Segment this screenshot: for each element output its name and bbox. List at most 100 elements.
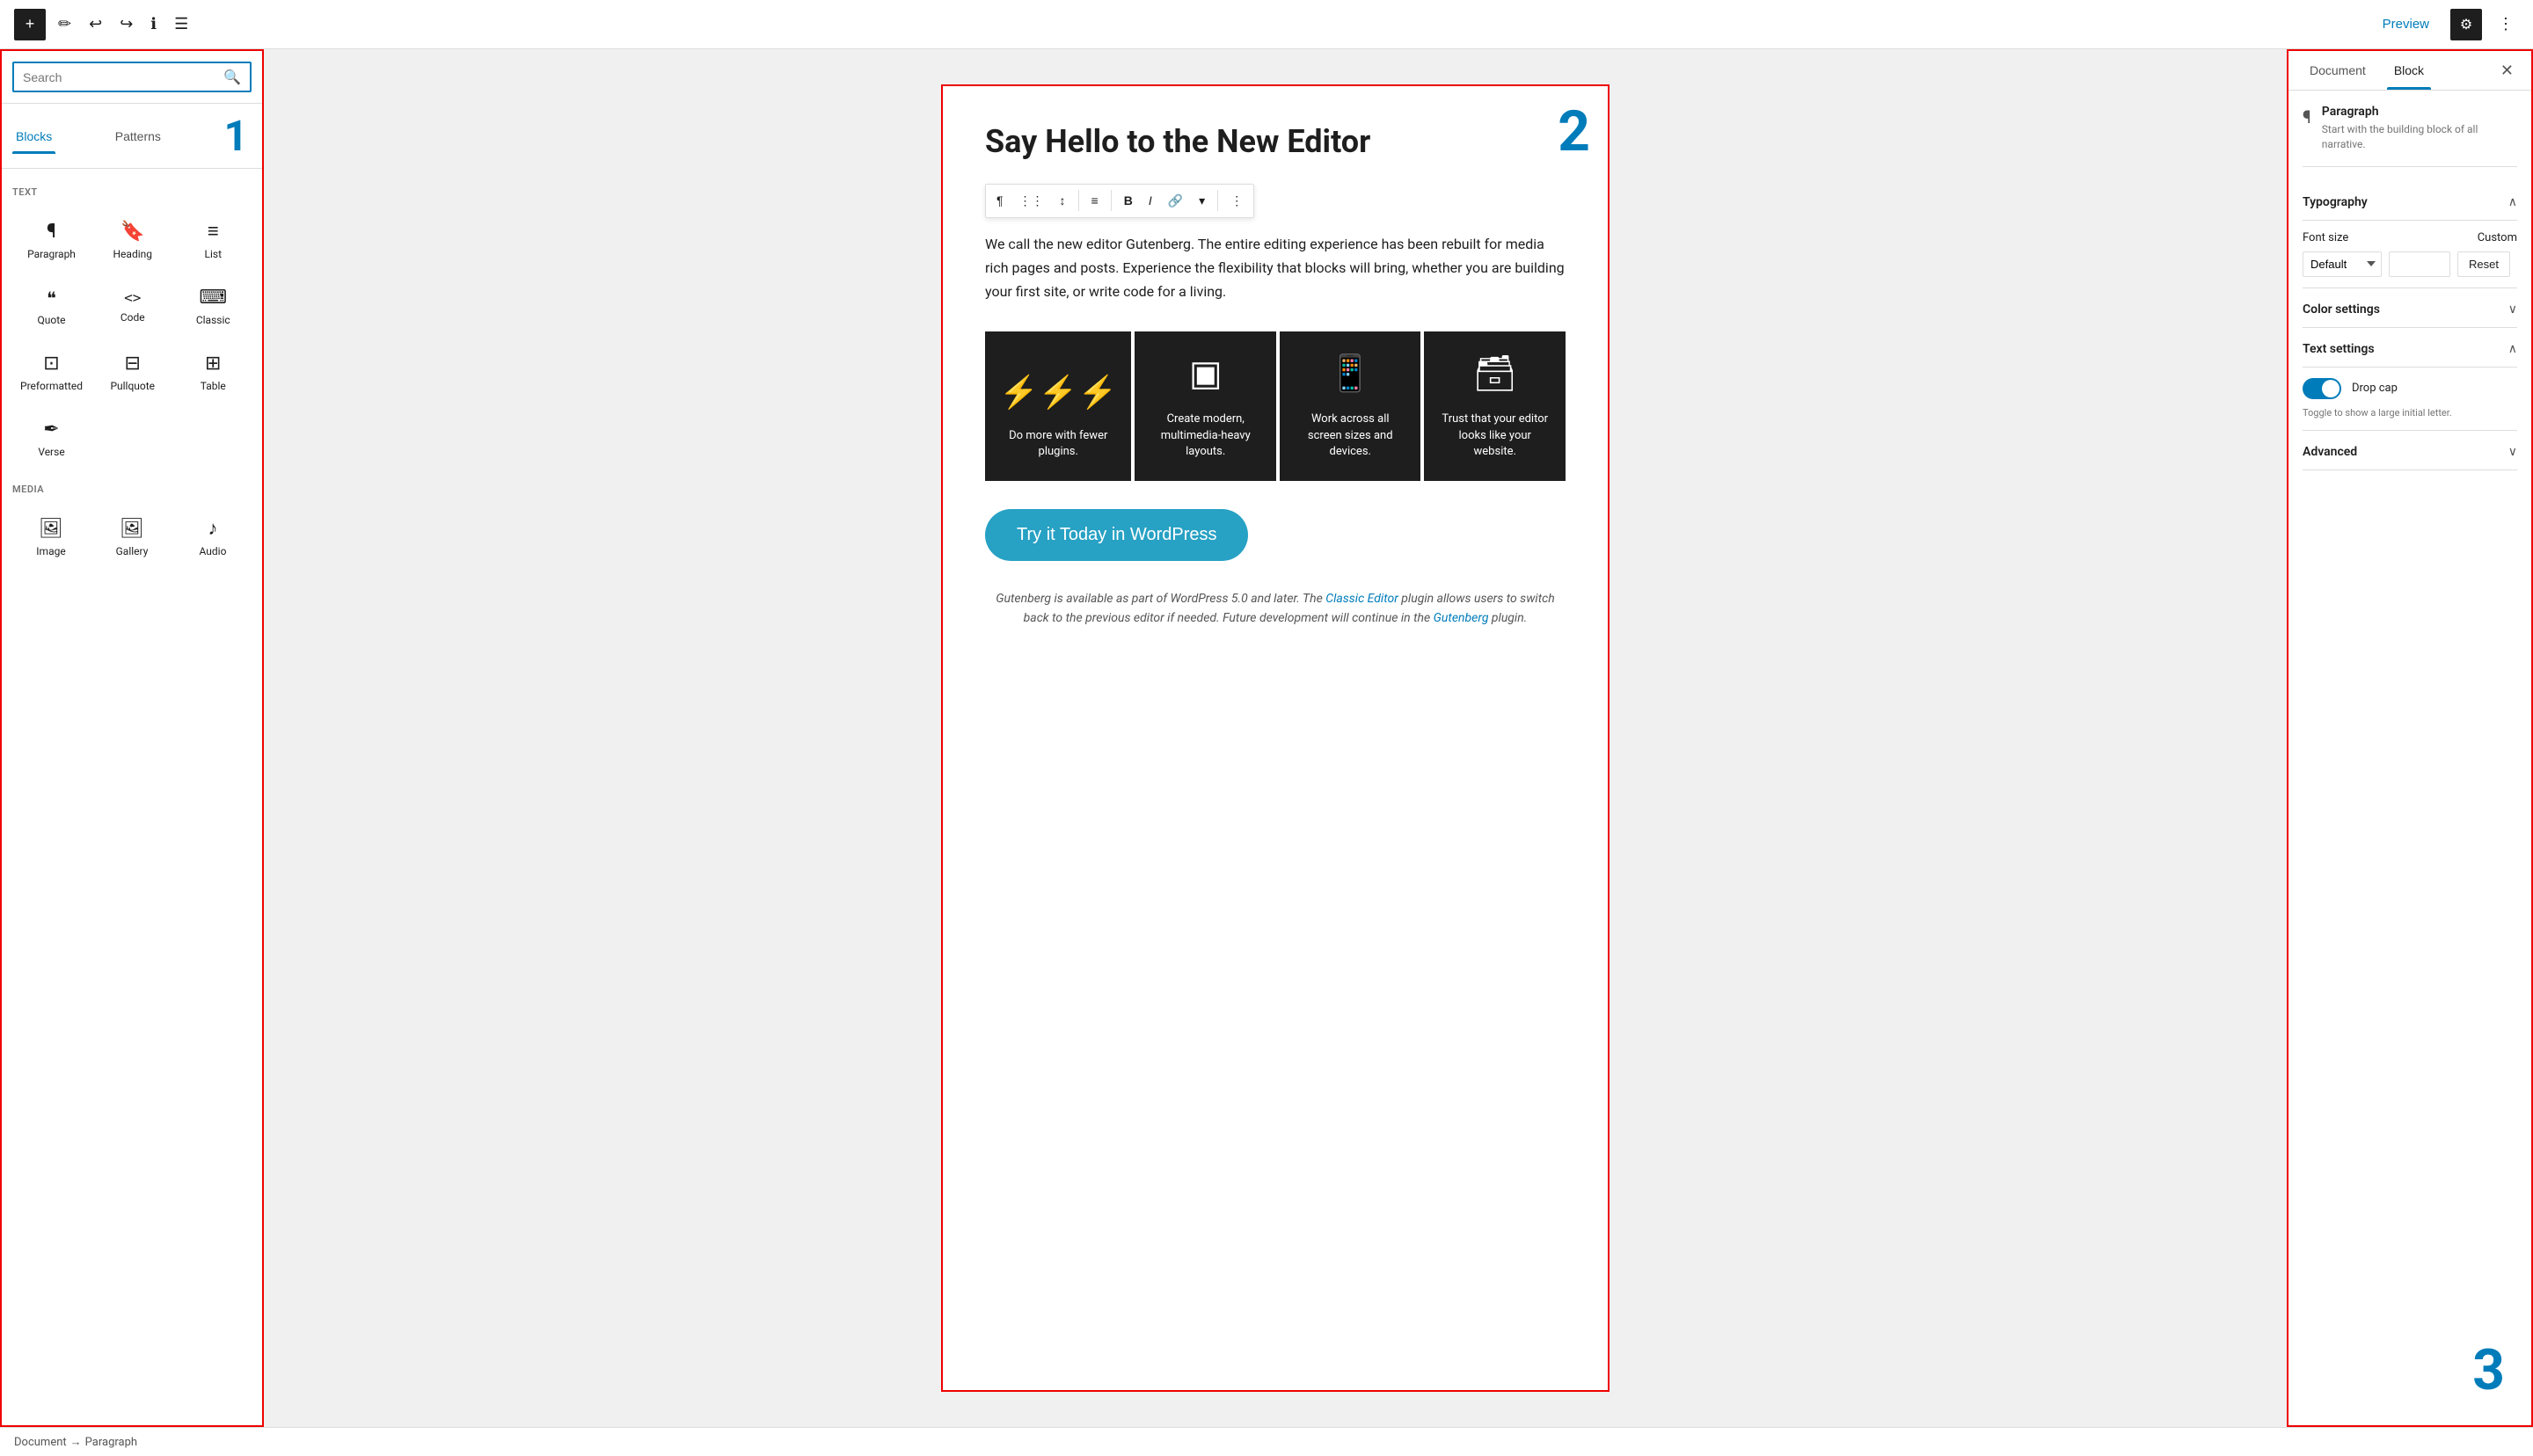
color-settings-section: Color settings ∨ [2303,292,2517,328]
right-sidebar: Document Block ✕ ¶ Paragraph Start with … [2287,49,2533,1427]
reset-font-button[interactable]: Reset [2457,251,2510,277]
undo-button[interactable]: ↩ [84,10,107,39]
drag-handle-button[interactable]: ⋮⋮ [1012,188,1051,214]
toolbar-divider-1 [1078,190,1079,211]
quote-label: Quote [38,314,66,326]
align-button[interactable]: ≡ [1084,188,1106,213]
link-button[interactable]: 🔗 [1161,188,1190,214]
cta-button[interactable]: Try it Today in WordPress [985,509,1248,561]
classic-label: Classic [196,314,230,326]
verse-icon: ✒ [43,419,59,440]
drop-cap-label: Drop cap [2352,382,2517,395]
status-document[interactable]: Document [14,1436,67,1449]
editor-footer: Gutenberg is available as part of WordPr… [985,589,1566,629]
toolbar-divider-3 [1217,190,1218,211]
feature-text-2: Create modern, multimedia-heavy layouts. [1149,411,1262,460]
preview-button[interactable]: Preview [2372,11,2440,37]
gutenberg-link[interactable]: Gutenberg [1434,611,1489,625]
table-label: Table [201,380,226,392]
advanced-section: Advanced ∨ [2303,434,2517,470]
editor-area: 2 Say Hello to the New Editor ¶ ⋮⋮ ↕ ≡ B… [264,49,2287,1427]
text-settings-content: Drop cap Toggle to show a large initial … [2303,368,2517,431]
move-button[interactable]: ↕ [1053,188,1073,213]
editor-title[interactable]: Say Hello to the New Editor [985,121,1566,163]
block-table[interactable]: ⊞ Table [175,341,252,404]
block-preformatted[interactable]: ⊡ Preformatted [12,341,91,404]
block-quote[interactable]: ❝ Quote [12,275,91,338]
text-section-label: TEXT [12,186,252,198]
drop-cap-toggle[interactable] [2303,378,2341,399]
feature-text-3: Work across all screen sizes and devices… [1294,411,1407,460]
typography-section-header[interactable]: Typography ∧ [2303,185,2517,221]
audio-label: Audio [200,545,227,557]
text-settings-header[interactable]: Text settings ∧ [2303,331,2517,368]
top-toolbar: + ✏ ↩ ↪ ℹ ☰ Preview ⚙ ⋮ [0,0,2533,49]
search-container: 🔍 [2,51,262,104]
pullquote-icon: ⊟ [125,353,141,375]
block-pullquote[interactable]: ⊟ Pullquote [94,341,171,404]
block-heading[interactable]: 🔖 Heading [94,208,171,272]
custom-size-input[interactable] [2389,251,2450,277]
media-blocks-grid: 🖼 Image 🖼 Gallery ♪ Audio [12,506,252,569]
block-info-icon: ¶ [2303,105,2311,127]
more-rich-button[interactable]: ▾ [1192,188,1212,214]
bold-button[interactable]: B [1117,188,1140,213]
block-info-text: Paragraph Start with the building block … [2322,105,2517,152]
italic-button[interactable]: I [1142,188,1159,213]
info-button[interactable]: ℹ [145,10,162,39]
typography-label: Typography [2303,195,2368,209]
tab-blocks[interactable]: Blocks [12,119,55,154]
advanced-section-header[interactable]: Advanced ∨ [2303,434,2517,470]
redo-button[interactable]: ↪ [114,10,138,39]
sidebar-number-one: 1 [220,104,252,168]
plugins-icon: ⚡⚡⚡ [999,374,1117,411]
website-icon: 🗃 [1472,353,1517,394]
block-paragraph[interactable]: ¶ Paragraph [12,208,91,272]
code-icon: <> [124,289,141,306]
blocks-tabs-row: Blocks Patterns 1 [2,104,262,169]
list-icon: ≡ [208,220,219,243]
bottom-status: Document → Paragraph [0,1427,2533,1456]
classic-editor-link[interactable]: Classic Editor [1325,592,1398,606]
more-options-button[interactable]: ⋮ [1223,188,1250,214]
color-settings-header[interactable]: Color settings ∨ [2303,292,2517,328]
classic-icon: ⌨ [199,287,227,309]
preformatted-label: Preformatted [20,380,83,392]
typography-chevron-icon: ∧ [2508,195,2517,209]
font-size-row: Font size Custom [2303,231,2517,244]
settings-button[interactable]: ⚙ [2450,9,2482,40]
list-view-button[interactable]: ☰ [169,10,193,39]
drop-cap-hint: Toggle to show a large initial letter. [2303,406,2517,419]
toolbar-divider-2 [1111,190,1112,211]
blocks-list: TEXT ¶ Paragraph 🔖 Heading ≡ List ❝ Quot… [2,169,262,1425]
font-size-select[interactable]: Default [2303,251,2382,277]
tab-patterns[interactable]: Patterns [112,119,164,154]
close-sidebar-button[interactable]: ✕ [2497,58,2517,84]
block-audio[interactable]: ♪ Audio [174,506,252,569]
advanced-label: Advanced [2303,445,2357,459]
block-gallery[interactable]: 🖼 Gallery [93,506,171,569]
verse-label: Verse [38,446,64,458]
more-button[interactable]: ⋮ [2493,10,2519,39]
block-verse[interactable]: ✒ Verse [12,407,91,470]
heading-icon: 🔖 [120,221,144,243]
block-list[interactable]: ≡ List [175,208,252,272]
feature-card-3: 📱 Work across all screen sizes and devic… [1280,331,1421,481]
text-settings-section: Text settings ∧ Drop cap Toggle to show … [2303,331,2517,431]
search-input[interactable] [23,70,216,84]
block-image[interactable]: 🖼 Image [12,506,90,569]
tab-document[interactable]: Document [2303,51,2373,90]
add-block-button[interactable]: + [14,9,46,40]
editor-body-text[interactable]: We call the new editor Gutenberg. The en… [985,232,1566,304]
block-code[interactable]: <> Code [94,275,171,338]
paragraph-type-button[interactable]: ¶ [989,188,1011,213]
list-label: List [205,248,223,260]
block-classic[interactable]: ⌨ Classic [175,275,252,338]
quote-icon: ❝ [47,288,56,309]
table-icon: ⊞ [205,353,221,375]
tab-block[interactable]: Block [2387,51,2431,90]
text-settings-label: Text settings [2303,342,2375,356]
block-info-title: Paragraph [2322,105,2517,119]
pencil-button[interactable]: ✏ [53,10,77,39]
search-icon: 🔍 [223,69,241,85]
